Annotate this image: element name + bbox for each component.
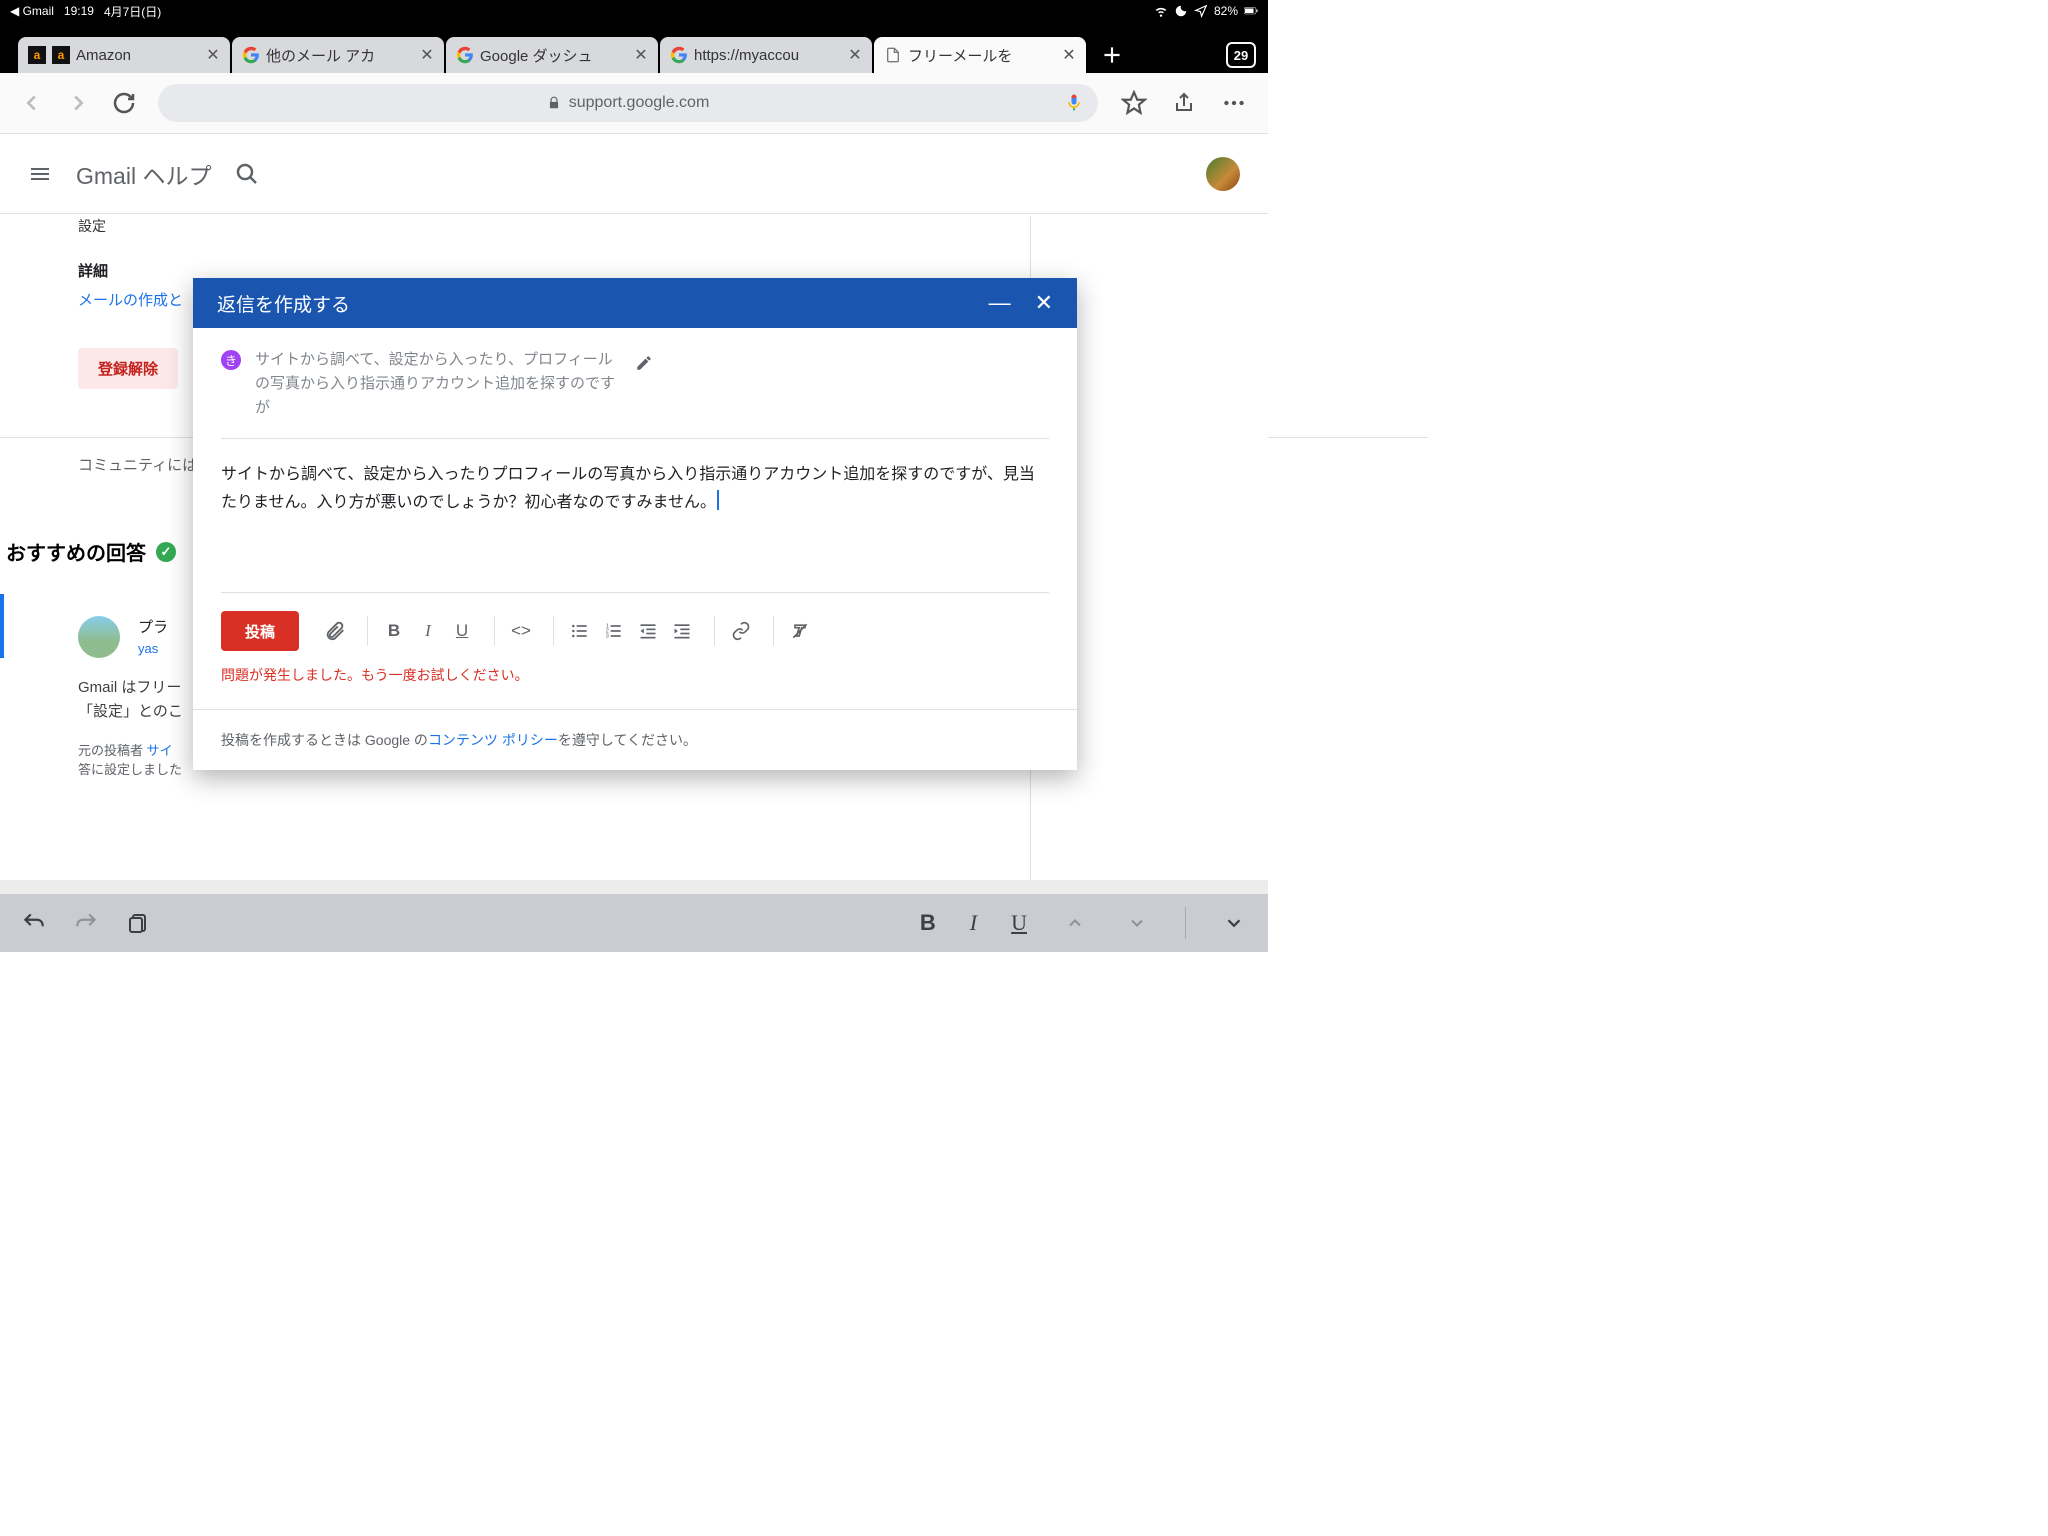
check-badge-icon: ✓ — [156, 542, 176, 562]
kb-bold-button[interactable]: B — [920, 910, 936, 936]
bold-button[interactable]: B — [378, 615, 410, 647]
back-button[interactable] — [20, 91, 44, 115]
kb-underline-button[interactable]: U — [1011, 910, 1027, 936]
wifi-icon — [1154, 4, 1168, 18]
browser-toolbar: support.google.com — [0, 73, 1268, 134]
reload-button[interactable] — [112, 91, 136, 115]
back-to-app[interactable]: ◀ Gmail — [10, 4, 54, 18]
tab-title: https://myaccou — [694, 47, 840, 64]
settings-label: 設定 — [78, 216, 1190, 236]
number-list-button[interactable]: 123 — [598, 615, 630, 647]
user-badge-icon: き — [221, 350, 241, 370]
answer-avatar — [78, 616, 120, 658]
code-button[interactable]: <> — [505, 615, 537, 647]
clear-format-button[interactable] — [784, 615, 816, 647]
close-tab-icon[interactable]: ✕ — [632, 46, 650, 64]
unsubscribe-button[interactable]: 登録解除 — [78, 348, 178, 389]
answer-name: プラ — [138, 616, 168, 637]
underline-button[interactable]: U — [446, 615, 478, 647]
kb-dismiss-button[interactable] — [1220, 909, 1248, 937]
modal-footer: 投稿を作成するときは Google のコンテンツ ポリシーを遵守してください。 — [193, 709, 1077, 770]
text-cursor — [717, 490, 719, 510]
attach-button[interactable] — [319, 615, 351, 647]
google-favicon-icon — [456, 46, 474, 64]
minimize-button[interactable]: — — [989, 290, 1011, 316]
kb-italic-button[interactable]: I — [970, 910, 977, 936]
new-tab-button[interactable] — [1094, 37, 1130, 73]
browser-tab-strip: a a Amazon ✕ 他のメール アカ ✕ Google ダッシュ ✕ ht… — [0, 22, 1268, 73]
undo-button[interactable] — [20, 909, 48, 937]
tab-google-dash[interactable]: Google ダッシュ ✕ — [446, 37, 658, 73]
subject-text: サイトから調べて、設定から入ったり、プロフィールの写真から入り指示通りアカウント… — [255, 348, 615, 420]
close-tab-icon[interactable]: ✕ — [418, 46, 436, 64]
amazon-favicon-icon: a — [52, 46, 70, 64]
modal-title: 返信を作成する — [217, 290, 350, 317]
keyboard-gap — [0, 880, 1268, 894]
subject-row: き サイトから調べて、設定から入ったり、プロフィールの写真から入り指示通りアカウ… — [221, 348, 1049, 439]
status-time: 19:19 — [64, 4, 94, 18]
tab-title: Amazon — [76, 47, 198, 64]
avatar[interactable] — [1206, 157, 1240, 191]
bullet-list-button[interactable] — [564, 615, 596, 647]
ios-status-bar: ◀ Gmail 19:19 4月7日(日) 82% — [0, 0, 1268, 22]
battery-percent: 82% — [1214, 4, 1238, 18]
battery-icon — [1244, 4, 1258, 18]
kb-down-button[interactable] — [1123, 909, 1151, 937]
edit-subject-button[interactable] — [635, 354, 653, 372]
reply-modal: 返信を作成する — ✕ き サイトから調べて、設定から入ったり、プロフィールの写… — [193, 278, 1077, 770]
menu-button[interactable] — [28, 162, 52, 186]
redo-button[interactable] — [72, 909, 100, 937]
mic-icon[interactable] — [1064, 93, 1084, 113]
status-date: 4月7日(日) — [104, 3, 161, 20]
post-button[interactable]: 投稿 — [221, 611, 299, 651]
kb-up-button[interactable] — [1061, 909, 1089, 937]
tab-freemail[interactable]: フリーメールを ✕ — [874, 37, 1086, 73]
italic-button[interactable]: I — [412, 615, 444, 647]
svg-text:3: 3 — [606, 634, 609, 640]
keyboard-accessory-bar: B I U — [0, 894, 1268, 952]
lock-icon — [547, 96, 561, 110]
clipboard-button[interactable] — [124, 909, 152, 937]
close-tab-icon[interactable]: ✕ — [1060, 46, 1078, 64]
address-bar[interactable]: support.google.com — [158, 84, 1098, 122]
tab-other-mail[interactable]: 他のメール アカ ✕ — [232, 37, 444, 73]
address-host: support.google.com — [569, 94, 710, 112]
bookmark-button[interactable] — [1120, 89, 1148, 117]
compose-textarea[interactable]: サイトから調べて、設定から入ったりプロフィールの写真から入り指示通りアカウント追… — [221, 439, 1049, 593]
search-button[interactable] — [235, 162, 259, 186]
share-button[interactable] — [1170, 89, 1198, 117]
forward-button[interactable] — [66, 91, 90, 115]
orig-link[interactable]: サイ — [147, 743, 173, 758]
moon-icon — [1174, 4, 1188, 18]
location-icon — [1194, 4, 1208, 18]
close-tab-icon[interactable]: ✕ — [204, 46, 222, 64]
compose-toolbar: 投稿 B I U <> 123 — [221, 593, 1049, 651]
page-favicon-icon — [884, 46, 902, 64]
tab-amazon[interactable]: a a Amazon ✕ — [18, 37, 230, 73]
more-button[interactable] — [1220, 89, 1248, 117]
link-button[interactable] — [725, 615, 757, 647]
content-policy-link[interactable]: コンテンツ ポリシー — [428, 732, 558, 748]
close-button[interactable]: ✕ — [1035, 290, 1053, 316]
tab-title: フリーメールを — [908, 45, 1054, 66]
error-message: 問題が発生しました。もう一度お試しください。 — [221, 665, 1049, 685]
close-tab-icon[interactable]: ✕ — [846, 46, 864, 64]
tab-title: Google ダッシュ — [480, 45, 626, 66]
google-favicon-icon — [242, 46, 260, 64]
outdent-button[interactable] — [632, 615, 664, 647]
answer-user[interactable]: yas — [138, 641, 168, 656]
tab-myaccount[interactable]: https://myaccou ✕ — [660, 37, 872, 73]
indent-button[interactable] — [666, 615, 698, 647]
tab-title: 他のメール アカ — [266, 45, 412, 66]
google-favicon-icon — [670, 46, 688, 64]
amazon-favicon-icon: a — [28, 46, 46, 64]
help-header: Gmail ヘルプ — [0, 134, 1268, 214]
tab-count-button[interactable]: 29 — [1226, 42, 1256, 68]
modal-header: 返信を作成する — ✕ — [193, 278, 1077, 328]
page-title: Gmail ヘルプ — [76, 157, 211, 191]
